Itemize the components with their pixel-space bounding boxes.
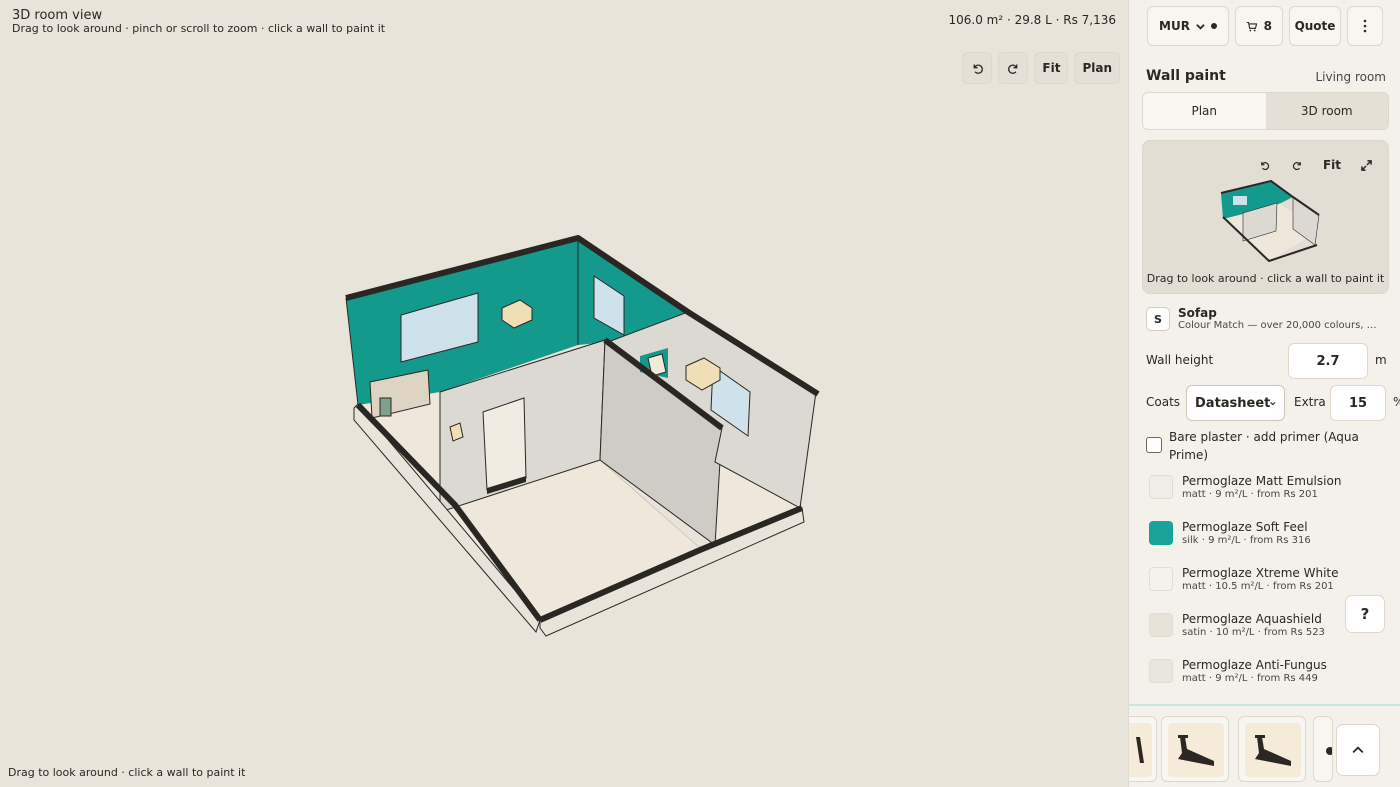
paint-option[interactable]: Permoglaze Anti-Fungus matt · 9 m²/L · fr… xyxy=(1149,653,1379,689)
switch-box xyxy=(449,422,464,442)
paint-option[interactable]: Permoglaze Matt Emulsion matt · 9 m²/L · … xyxy=(1149,469,1379,505)
brand-description: Colour Match — over 20,000 colours, mixe… xyxy=(1178,320,1386,331)
paint-meta: matt · 10.5 m²/L · from Rs 201 xyxy=(1182,580,1334,592)
paint-swatch xyxy=(1149,521,1173,545)
coats-label: Coats xyxy=(1146,395,1181,409)
panel-title: Wall paint xyxy=(1146,68,1226,84)
coats-select[interactable]: Datasheet xyxy=(1186,385,1285,421)
chevron-down-icon xyxy=(1270,401,1276,405)
paint-name: Permoglaze Matt Emulsion xyxy=(1182,473,1342,488)
product-thumbnail[interactable] xyxy=(1129,716,1157,782)
extra-unit: % xyxy=(1393,395,1400,409)
product-tray xyxy=(1129,704,1400,787)
cart-icon xyxy=(1246,21,1258,31)
treadmill-icon xyxy=(1255,735,1291,766)
room-3d-model[interactable] xyxy=(0,0,1128,787)
paint-meta: silk · 9 m²/L · from Rs 316 xyxy=(1182,534,1311,546)
cabinet xyxy=(379,397,392,417)
wall-paint-panel: MUR 8 Quote Wall paint Living room Plan … xyxy=(1128,0,1400,787)
view-toggle: Plan 3D room xyxy=(1142,92,1389,130)
help-button[interactable]: ? xyxy=(1345,595,1385,633)
extra-input[interactable]: 15 xyxy=(1330,385,1386,421)
mini-3d-preview[interactable]: Fit Drag to look around · click a wall t… xyxy=(1142,140,1389,294)
paint-swatch xyxy=(1149,613,1173,637)
paint-swatch xyxy=(1149,659,1173,683)
product-thumbnail[interactable] xyxy=(1161,716,1229,782)
currency-select[interactable]: MUR xyxy=(1147,6,1229,46)
paint-name: Permoglaze Xtreme White xyxy=(1182,565,1339,580)
quote-button[interactable]: Quote xyxy=(1289,6,1341,46)
paint-name: Permoglaze Anti-Fungus xyxy=(1182,657,1327,672)
top-bar: MUR 8 Quote xyxy=(1147,6,1383,46)
paint-meta: matt · 9 m²/L · from Rs 449 xyxy=(1182,672,1318,684)
paint-option[interactable]: Permoglaze Xtreme White matt · 10.5 m²/L … xyxy=(1149,561,1379,597)
product-partial-icon xyxy=(1326,747,1332,755)
tab-plan[interactable]: Plan xyxy=(1143,93,1266,129)
paint-meta: satin · 10 m²/L · from Rs 523 xyxy=(1182,626,1325,638)
viewport-hint: Drag to look around · click a wall to pa… xyxy=(8,766,246,779)
primer-checkbox[interactable] xyxy=(1146,437,1162,453)
brand-name: Sofap xyxy=(1178,306,1217,320)
expand-tray-button[interactable] xyxy=(1336,724,1380,776)
coats-value: Datasheet xyxy=(1195,395,1271,411)
treadmill-icon xyxy=(1178,735,1214,766)
brand-row: S Sofap Colour Match — over 20,000 colou… xyxy=(1146,306,1386,331)
wall-height-label: Wall height xyxy=(1146,353,1214,367)
tab-3d-room[interactable]: 3D room xyxy=(1265,93,1388,129)
cart-count: 8 xyxy=(1263,19,1272,33)
brand-badge: S xyxy=(1146,307,1170,331)
paint-option[interactable]: Permoglaze Soft Feel silk · 9 m²/L · from… xyxy=(1149,515,1379,551)
chevron-down-icon xyxy=(1196,23,1205,30)
currency-label: MUR xyxy=(1159,19,1190,33)
product-thumbnail[interactable] xyxy=(1313,716,1333,782)
primer-label[interactable]: Bare plaster · add primer (Aqua Prime) xyxy=(1169,428,1369,464)
status-dot xyxy=(1210,23,1217,29)
wall-height-unit: m xyxy=(1375,353,1387,367)
product-thumbnail[interactable] xyxy=(1238,716,1306,782)
extra-label: Extra xyxy=(1294,395,1326,409)
paint-name: Permoglaze Aquashield xyxy=(1182,611,1322,626)
room-name: Living room xyxy=(1315,70,1386,84)
mini-window xyxy=(1233,196,1247,205)
door xyxy=(482,397,527,491)
wall-height-input[interactable]: 2.7 xyxy=(1288,343,1368,379)
paint-swatch xyxy=(1149,475,1173,499)
treadmill-icon xyxy=(1136,737,1144,763)
room-3d-viewport[interactable]: 3D room view Drag to look around · pinch… xyxy=(0,0,1128,787)
more-vertical-icon xyxy=(1363,19,1367,33)
more-menu-button[interactable] xyxy=(1347,6,1383,46)
paint-swatch xyxy=(1149,567,1173,591)
paint-name: Permoglaze Soft Feel xyxy=(1182,519,1308,534)
cart-button[interactable]: 8 xyxy=(1235,6,1283,46)
mini-hint: Drag to look around · click a wall to pa… xyxy=(1146,272,1385,285)
paint-meta: matt · 9 m²/L · from Rs 201 xyxy=(1182,488,1318,500)
chevron-up-icon xyxy=(1352,746,1364,754)
